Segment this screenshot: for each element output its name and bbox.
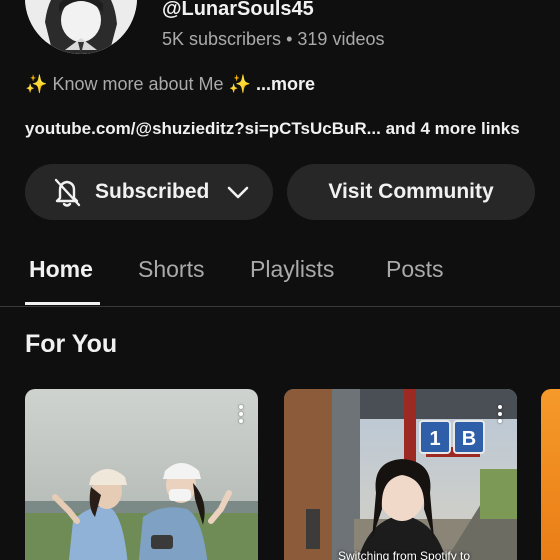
more-options-icon[interactable] <box>238 405 244 427</box>
stats-separator: • <box>286 29 293 49</box>
subscriber-count: 5K subscribers <box>162 29 282 49</box>
avatar-illustration <box>25 0 137 54</box>
video-count: 319 videos <box>297 29 385 49</box>
short-thumbnail: 1 B <box>284 389 517 560</box>
tab-home[interactable]: Home <box>29 256 93 283</box>
platform-sign-2: B <box>462 428 476 450</box>
tab-posts[interactable]: Posts <box>386 256 444 283</box>
visit-community-label: Visit Community <box>328 180 494 203</box>
tab-shorts[interactable]: Shorts <box>138 256 204 283</box>
bell-off-icon <box>54 178 81 207</box>
short-card[interactable] <box>541 389 560 560</box>
channel-stats: 5K subscribers • 319 videos <box>162 29 384 50</box>
more-links[interactable]: and 4 more links <box>386 119 520 138</box>
more-options-icon[interactable] <box>497 405 503 427</box>
short-card[interactable] <box>25 389 258 560</box>
active-tab-indicator <box>25 302 100 305</box>
channel-tabs: Home Shorts Playlists Posts <box>0 244 560 307</box>
sparkle-icon: ✨ <box>25 74 48 94</box>
channel-description[interactable]: ✨ Know more about Me ✨ ...more <box>25 74 315 95</box>
channel-handle: @LunarSouls45 <box>162 0 314 20</box>
platform-sign-1: 1 <box>429 428 440 450</box>
sparkle-icon: ✨ <box>228 74 251 94</box>
description-text: Know more about Me <box>52 74 224 94</box>
channel-link-url[interactable]: youtube.com/@shuzieditz?si=pCTsUcBuR... <box>25 119 381 138</box>
subscribed-label: Subscribed <box>95 180 210 203</box>
chevron-down-icon <box>228 186 249 199</box>
section-title: For You <box>25 330 118 358</box>
channel-page: @LunarSouls45 5K subscribers • 319 video… <box>0 0 560 560</box>
description-more-link[interactable]: ...more <box>256 74 315 94</box>
channel-links[interactable]: youtube.com/@shuzieditz?si=pCTsUcBuR... … <box>25 119 520 139</box>
subscribed-button[interactable]: Subscribed <box>25 164 273 220</box>
short-thumbnail <box>25 389 258 560</box>
channel-avatar[interactable] <box>25 0 137 54</box>
short-caption: Switching from Spotify to <box>338 549 471 560</box>
short-card[interactable]: 1 B Switching from Spotify to <box>284 389 517 560</box>
tab-playlists[interactable]: Playlists <box>250 256 334 283</box>
visit-community-button[interactable]: Visit Community <box>287 164 535 220</box>
